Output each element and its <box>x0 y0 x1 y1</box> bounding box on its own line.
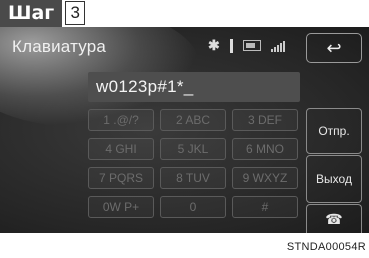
key-star[interactable]: 0W P+ <box>88 196 154 218</box>
key-3[interactable]: 3 DEF <box>232 109 298 131</box>
screen-title: Клавиатура <box>12 37 107 56</box>
key-1[interactable]: 1 .@/? <box>88 109 154 131</box>
step-label: Шаг <box>0 0 63 27</box>
key-9[interactable]: 9 WXYZ <box>232 167 298 189</box>
keyboard-screen: Клавиатура ✱ ↩ w0123p#1*_ 1 .@/? 2 ABC 3… <box>0 27 369 233</box>
figure-code: STNDA00054R <box>286 241 366 253</box>
key-5[interactable]: 5 JKL <box>160 138 226 160</box>
step-number: 3 <box>65 1 86 25</box>
number-input-field[interactable]: w0123p#1*_ <box>88 72 300 102</box>
key-2[interactable]: 2 ABC <box>160 109 226 131</box>
key-6[interactable]: 6 MNO <box>232 138 298 160</box>
key-7[interactable]: 7 PQRS <box>88 167 154 189</box>
back-button[interactable]: ↩ <box>306 33 362 63</box>
connection-bar-icon <box>229 38 233 53</box>
send-button[interactable]: Отпр. <box>306 108 362 154</box>
battery-icon <box>242 40 261 51</box>
key-8[interactable]: 8 TUV <box>160 167 226 189</box>
key-hash[interactable]: # <box>232 196 298 218</box>
key-0[interactable]: 0 <box>160 196 226 218</box>
end-call-button[interactable]: ☎ <box>306 204 362 233</box>
exit-button[interactable]: Выход <box>306 155 362 203</box>
step-indicator: Шаг 3 <box>0 0 300 28</box>
back-arrow-icon: ↩ <box>326 37 342 58</box>
input-value: w0123p#1*_ <box>96 77 194 96</box>
phone-hangup-icon: ☎ <box>325 210 343 227</box>
signal-strength-icon <box>270 40 285 52</box>
key-4[interactable]: 4 GHI <box>88 138 154 160</box>
status-indicators: ✱ <box>208 37 285 54</box>
bluetooth-icon: ✱ <box>208 37 220 53</box>
